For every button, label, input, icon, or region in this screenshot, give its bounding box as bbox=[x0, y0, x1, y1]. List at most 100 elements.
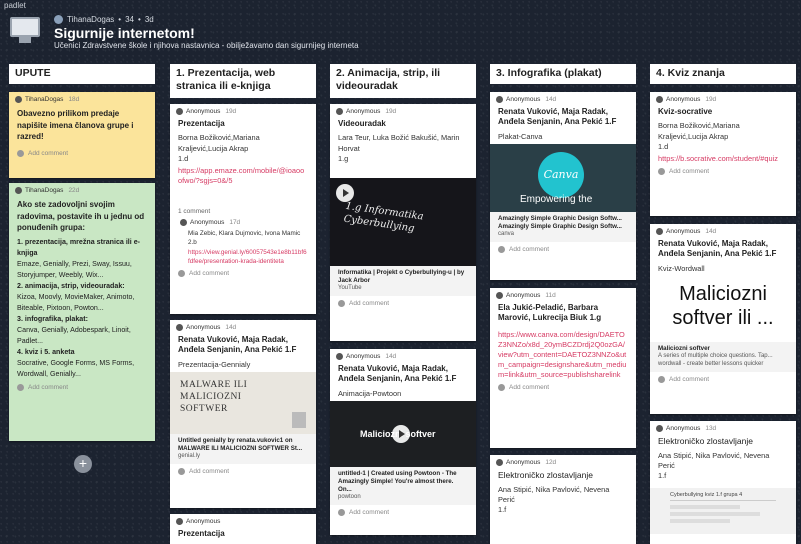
post-card[interactable]: Anonymous 14d Renata Vuković, Maja Radak,… bbox=[650, 224, 796, 414]
add-comment-button[interactable]: Add comment bbox=[170, 266, 316, 281]
comment-icon bbox=[658, 168, 665, 176]
post-body: Animacija-Powtoon bbox=[338, 388, 402, 398]
avatar-icon bbox=[656, 96, 663, 103]
post-card[interactable]: Anonymous 11d Ela Jukić-Peladić, Barbara … bbox=[490, 288, 636, 448]
attachment-thumbnail[interactable]: Canva Empowering the bbox=[490, 144, 636, 212]
card-text: Obavezno prilikom predaje napišite imena… bbox=[17, 109, 134, 142]
board-header: padlet TihanaDogas • 34 • 3d Sigurnije i… bbox=[0, 0, 801, 60]
add-comment-button[interactable]: Add comment bbox=[650, 164, 796, 179]
post-link[interactable]: https://www.canva.com/design/DAETOZ3NNZo… bbox=[490, 330, 636, 380]
board-title: Sigurnije internetom! bbox=[54, 25, 195, 41]
avatar-icon bbox=[15, 96, 22, 103]
board-icon bbox=[10, 17, 40, 47]
comment-text: Mia Zebic, Klara Dujmovic, Ivona Mamic 2… bbox=[188, 230, 301, 246]
add-comment-button[interactable]: Add comment bbox=[490, 380, 636, 395]
post-card[interactable]: Anonymous 12d Elektroničko zlostavljanje … bbox=[490, 455, 636, 544]
comment-count[interactable]: 1 comment bbox=[170, 204, 316, 215]
post-title: Prezentacija bbox=[178, 529, 225, 538]
post-link[interactable]: https://app.emaze.com/mobile/@ioaooofwo/… bbox=[170, 166, 316, 186]
add-comment-button[interactable]: Add comment bbox=[9, 146, 155, 161]
board-meta-time: 3d bbox=[144, 15, 154, 24]
post-card[interactable]: Anonymous 14d Renata Vuković, Maja Radak,… bbox=[490, 92, 636, 280]
column-title: 3. Infografika (plakat) bbox=[490, 64, 636, 84]
comment-icon bbox=[17, 383, 24, 391]
avatar-icon bbox=[176, 518, 183, 525]
post-body: Ana Stipić, Nika Pavlović, Nevena Perić … bbox=[498, 485, 610, 515]
play-icon[interactable] bbox=[392, 425, 410, 443]
board-meta-count: 34 bbox=[125, 15, 135, 24]
post-body: Borna Božiković,Mariana Kraljević,Lucija… bbox=[658, 121, 740, 151]
play-icon[interactable] bbox=[336, 184, 354, 203]
video-thumbnail[interactable]: 1.g Informatika Cyberbullying bbox=[330, 178, 476, 267]
comment-link[interactable]: https://view.genial.ly/60057543e1e8b11bf… bbox=[170, 249, 316, 266]
instruction-card[interactable]: TihanaDogas 22d Ako ste zadovoljni svojim… bbox=[9, 183, 155, 441]
add-comment-button[interactable]: Add comment bbox=[170, 464, 316, 479]
canva-logo: Canva bbox=[538, 152, 584, 198]
post-card[interactable]: Anonymous 13d Elektroničko zlostavljanje … bbox=[650, 421, 796, 544]
post-body: Plakat-Canva bbox=[498, 131, 543, 141]
post-body: Lara Teur, Luka Božić Bakušić, Marin Hor… bbox=[338, 133, 460, 163]
column-title: 4. Kviz znanja bbox=[650, 64, 796, 84]
board-author-line: TihanaDogas • 34 • 3d bbox=[54, 15, 154, 24]
add-comment-button[interactable]: Add comment bbox=[490, 242, 636, 257]
board-author[interactable]: TihanaDogas bbox=[67, 15, 114, 24]
comment-icon bbox=[178, 270, 185, 278]
column-title: 1. Prezentacija, web stranica ili e-knji… bbox=[170, 64, 316, 98]
comment-icon bbox=[498, 383, 505, 391]
comment-icon bbox=[498, 245, 505, 253]
add-comment-button[interactable]: Add comment bbox=[9, 380, 155, 395]
comment-icon bbox=[338, 508, 345, 516]
instruction-card[interactable]: TihanaDogas 18d Obavezno prilikom predaje… bbox=[9, 92, 155, 178]
attachment-thumbnail[interactable]: MALWARE ILI MALICIOZNI SOFTWER bbox=[170, 372, 316, 434]
attachment-thumbnail[interactable]: Maliciozni softver ili ... bbox=[650, 276, 796, 342]
post-title: Ela Jukić-Peladić, Barbara Marović, Lukr… bbox=[498, 303, 602, 323]
post-card[interactable]: Anonymous 19d Videouradak Lara Teur, Luka… bbox=[330, 104, 476, 341]
add-comment-button[interactable]: Add comment bbox=[650, 372, 796, 387]
post-body: Ana Stipić, Nika Pavlović, Nevena Perić … bbox=[658, 451, 770, 481]
post-link[interactable]: https://b.socrative.com/student/#quiz bbox=[650, 154, 796, 164]
post-card[interactable]: Anonymous 19d Kviz-socrative Borna Božiko… bbox=[650, 92, 796, 216]
column-infografika: 3. Infografika (plakat) bbox=[490, 64, 636, 84]
comment-icon bbox=[338, 299, 345, 307]
avatar-icon bbox=[180, 219, 187, 227]
avatar-icon bbox=[496, 292, 503, 299]
avatar-icon bbox=[336, 353, 343, 360]
avatar-icon bbox=[656, 228, 663, 235]
avatar-icon bbox=[176, 324, 183, 331]
column-prezentacija: 1. Prezentacija, web stranica ili e-knji… bbox=[170, 64, 316, 98]
board-subtitle: Učenici Zdravstvene škole i njihova nast… bbox=[54, 41, 359, 50]
avatar-icon bbox=[496, 96, 503, 103]
post-title: Renata Vuković, Maja Radak, Anđela Senja… bbox=[658, 239, 777, 259]
add-comment-button[interactable]: Add comment bbox=[330, 296, 476, 311]
post-card[interactable]: Anonymous Prezentacija bbox=[170, 514, 316, 544]
post-title: Prezentacija bbox=[178, 119, 225, 128]
video-thumbnail[interactable]: Maliciozni softver bbox=[330, 401, 476, 467]
post-body: Kviz-Wordwall bbox=[658, 263, 705, 273]
avatar-icon bbox=[176, 108, 183, 115]
column-upute: UPUTE bbox=[9, 64, 155, 84]
post-body: Prezentacija-Gennialy bbox=[178, 359, 251, 369]
post-title: Elektroničko zlostavljanje bbox=[498, 470, 593, 480]
avatar-icon bbox=[336, 108, 343, 115]
attachment-thumbnail[interactable]: Cyberbullying kviz 1.f grupa 4 bbox=[650, 487, 796, 534]
post-card[interactable]: Anonymous 14d Renata Vuković, Maja Radak,… bbox=[330, 349, 476, 535]
post-body: Borna Božiković,Mariana Kraljević,Lucija… bbox=[178, 133, 260, 163]
comment-icon bbox=[17, 149, 24, 157]
add-comment-button[interactable]: Add comment bbox=[330, 505, 476, 520]
post-title: Elektroničko zlostavljanje bbox=[658, 436, 753, 446]
post-title: Renata Vuković, Maja Radak, Anđela Senja… bbox=[338, 364, 457, 384]
column-kviz: 4. Kviz znanja bbox=[650, 64, 796, 84]
avatar-icon bbox=[496, 459, 503, 466]
post-title: Renata Vuković, Maja Radak, Anđela Senja… bbox=[498, 107, 617, 127]
post-card[interactable]: Anonymous 19d Prezentacija Borna Božikovi… bbox=[170, 104, 316, 314]
post-title: Kviz-socrative bbox=[658, 107, 713, 116]
add-post-button[interactable]: + bbox=[74, 455, 92, 473]
post-title: Videouradak bbox=[338, 119, 386, 128]
author-avatar-icon[interactable] bbox=[54, 15, 63, 24]
column-animacija: 2. Animacija, strip, ili videouradak bbox=[330, 64, 476, 98]
post-card[interactable]: Anonymous 14d Renata Vuković, Maja Radak,… bbox=[170, 320, 316, 508]
column-title: 2. Animacija, strip, ili videouradak bbox=[330, 64, 476, 98]
brand-label[interactable]: padlet bbox=[4, 1, 26, 10]
post-title: Renata Vuković, Maja Radak, Anđela Senja… bbox=[178, 335, 297, 355]
comment-icon bbox=[178, 467, 185, 475]
